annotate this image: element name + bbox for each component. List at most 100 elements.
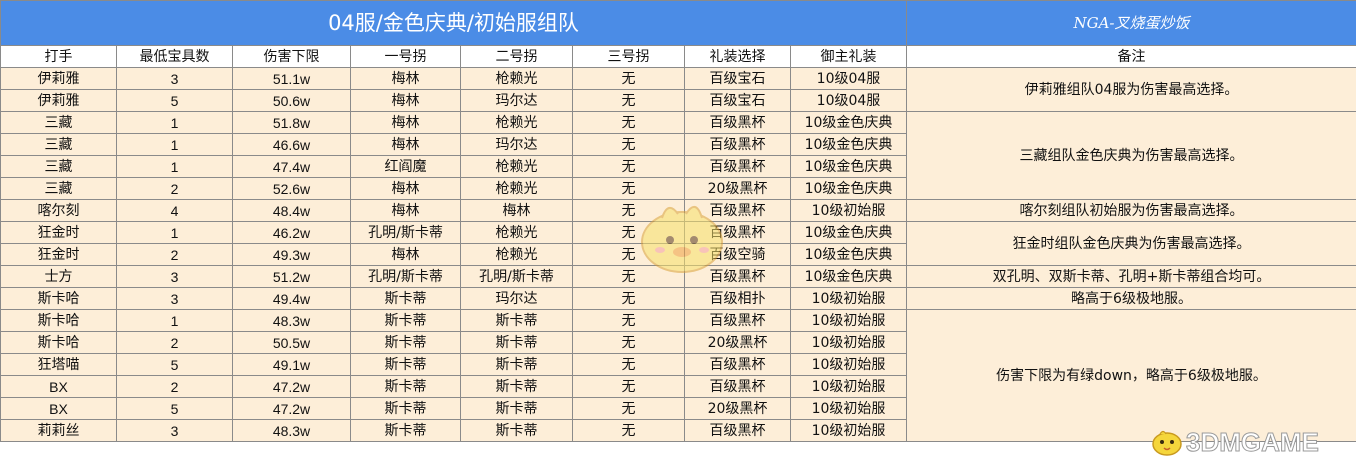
cell-mystic-code: 10级初始服: [790, 331, 907, 354]
cell-ce: 百级黑杯: [684, 221, 791, 244]
cell-min-damage: 46.6w: [232, 133, 351, 156]
cell-min-damage: 50.6w: [232, 89, 351, 112]
cell-support-3: 无: [572, 353, 685, 376]
cell-ce: 百级黑杯: [684, 265, 791, 288]
cell-ce: 百级黑杯: [684, 111, 791, 134]
cell-attacker: 三藏: [0, 177, 117, 200]
cell-ce: 百级黑杯: [684, 353, 791, 376]
cell-support-3: 无: [572, 419, 685, 442]
cell-min-np: 3: [116, 265, 233, 288]
cell-min-damage: 46.2w: [232, 221, 351, 244]
cell-support-1: 斯卡蒂: [350, 353, 461, 376]
note-cell: 喀尔刻组队初始服为伤害最高选择。: [906, 199, 1356, 222]
cell-attacker: 狂金时: [0, 221, 117, 244]
cell-min-damage: 51.1w: [232, 67, 351, 90]
cell-support-2: 斯卡蒂: [460, 419, 573, 442]
cell-support-2: 梅林: [460, 199, 573, 222]
cell-support-2: 斯卡蒂: [460, 397, 573, 420]
cell-min-damage: 47.2w: [232, 397, 351, 420]
header-cell: 备注: [906, 45, 1356, 68]
table-row: 狂金时 1 46.2w 孔明/斯卡蒂 枪赖光 无 百级黑杯 10级金色庆典 狂金…: [0, 221, 1356, 266]
cell-min-damage: 52.6w: [232, 177, 351, 200]
cell-attacker: 莉莉丝: [0, 419, 117, 442]
cell-ce: 百级相扑: [684, 287, 791, 310]
header-cell: 一号拐: [350, 45, 461, 68]
cell-attacker: 喀尔刻: [0, 199, 117, 222]
cell-min-damage: 48.3w: [232, 309, 351, 332]
note-cell: 伤害下限为有绿down，略高于6级极地服。: [906, 309, 1356, 442]
cell-mystic-code: 10级金色庆典: [790, 155, 907, 178]
cell-support-1: 孔明/斯卡蒂: [350, 221, 461, 244]
table-row: 三藏 1 51.8w 梅林 枪赖光 无 百级黑杯 10级金色庆典 三藏组队金色庆…: [0, 111, 1356, 200]
table-row: 斯卡哈 1 48.3w 斯卡蒂 斯卡蒂 无 百级黑杯 10级初始服 伤害下限为有…: [0, 309, 1356, 442]
cell-support-3: 无: [572, 287, 685, 310]
cell-min-np: 4: [116, 199, 233, 222]
cell-min-damage: 50.5w: [232, 331, 351, 354]
note-cell: 双孔明、双斯卡蒂、孔明+斯卡蒂组合均可。: [906, 265, 1356, 288]
cell-support-2: 玛尔达: [460, 287, 573, 310]
cell-min-np: 3: [116, 419, 233, 442]
team-table: 04服/金色庆典/初始服组队 NGA-叉烧蛋炒饭 打手 最低宝具数 伤害下限 一…: [0, 0, 1356, 442]
cell-support-2: 玛尔达: [460, 89, 573, 112]
cell-min-np: 1: [116, 155, 233, 178]
cell-min-damage: 48.4w: [232, 199, 351, 222]
cell-mystic-code: 10级04服: [790, 67, 907, 90]
header-row: 打手 最低宝具数 伤害下限 一号拐 二号拐 三号拐 礼装选择 御主礼装 备注: [0, 45, 1356, 68]
cell-ce: 百级黑杯: [684, 375, 791, 398]
cell-support-1: 梅林: [350, 199, 461, 222]
cell-attacker: 斯卡哈: [0, 287, 117, 310]
cell-mystic-code: 10级金色庆典: [790, 221, 907, 244]
header-cell: 最低宝具数: [116, 45, 233, 68]
cell-support-3: 无: [572, 111, 685, 134]
cell-support-3: 无: [572, 89, 685, 112]
cell-support-1: 斯卡蒂: [350, 375, 461, 398]
cell-min-np: 2: [116, 243, 233, 266]
cell-support-1: 斯卡蒂: [350, 287, 461, 310]
cell-mystic-code: 10级初始服: [790, 375, 907, 398]
header-cell: 三号拐: [572, 45, 685, 68]
cell-support-3: 无: [572, 199, 685, 222]
cell-attacker: 三藏: [0, 133, 117, 156]
header-cell: 二号拐: [460, 45, 573, 68]
cell-mystic-code: 10级04服: [790, 89, 907, 112]
table-row: 士方 3 51.2w 孔明/斯卡蒂 孔明/斯卡蒂 无 百级黑杯 10级金色庆典 …: [0, 265, 1356, 288]
cell-min-damage: 51.2w: [232, 265, 351, 288]
cell-mystic-code: 10级初始服: [790, 353, 907, 376]
cell-support-1: 斯卡蒂: [350, 331, 461, 354]
cell-min-np: 1: [116, 111, 233, 134]
cell-support-1: 梅林: [350, 177, 461, 200]
cell-min-damage: 47.4w: [232, 155, 351, 178]
cell-min-damage: 49.1w: [232, 353, 351, 376]
cell-support-1: 梅林: [350, 133, 461, 156]
cell-min-np: 1: [116, 309, 233, 332]
table-row: 喀尔刻 4 48.4w 梅林 梅林 无 百级黑杯 10级初始服 喀尔刻组队初始服…: [0, 199, 1356, 222]
cell-support-1: 红阎魔: [350, 155, 461, 178]
cell-support-2: 枪赖光: [460, 67, 573, 90]
cell-min-damage: 49.3w: [232, 243, 351, 266]
cell-support-2: 斯卡蒂: [460, 353, 573, 376]
cell-min-np: 1: [116, 221, 233, 244]
author-signature: NGA-叉烧蛋炒饭: [906, 0, 1356, 46]
cell-mystic-code: 10级金色庆典: [790, 243, 907, 266]
cell-support-2: 枪赖光: [460, 243, 573, 266]
cell-attacker: BX: [0, 375, 117, 398]
cell-support-3: 无: [572, 375, 685, 398]
cell-min-np: 2: [116, 177, 233, 200]
cell-attacker: 三藏: [0, 111, 117, 134]
cell-support-2: 孔明/斯卡蒂: [460, 265, 573, 288]
cell-ce: 百级黑杯: [684, 155, 791, 178]
cell-support-1: 斯卡蒂: [350, 397, 461, 420]
cell-support-1: 梅林: [350, 89, 461, 112]
cell-mystic-code: 10级初始服: [790, 397, 907, 420]
note-cell: 狂金时组队金色庆典为伤害最高选择。: [906, 221, 1356, 266]
cell-support-1: 梅林: [350, 243, 461, 266]
cell-support-2: 枪赖光: [460, 177, 573, 200]
cell-min-np: 3: [116, 287, 233, 310]
cell-ce: 20级黑杯: [684, 177, 791, 200]
table-title: 04服/金色庆典/初始服组队: [0, 0, 907, 46]
cell-min-np: 3: [116, 67, 233, 90]
cell-support-1: 梅林: [350, 111, 461, 134]
cell-mystic-code: 10级金色庆典: [790, 133, 907, 156]
cell-support-3: 无: [572, 265, 685, 288]
header-cell: 打手: [0, 45, 117, 68]
